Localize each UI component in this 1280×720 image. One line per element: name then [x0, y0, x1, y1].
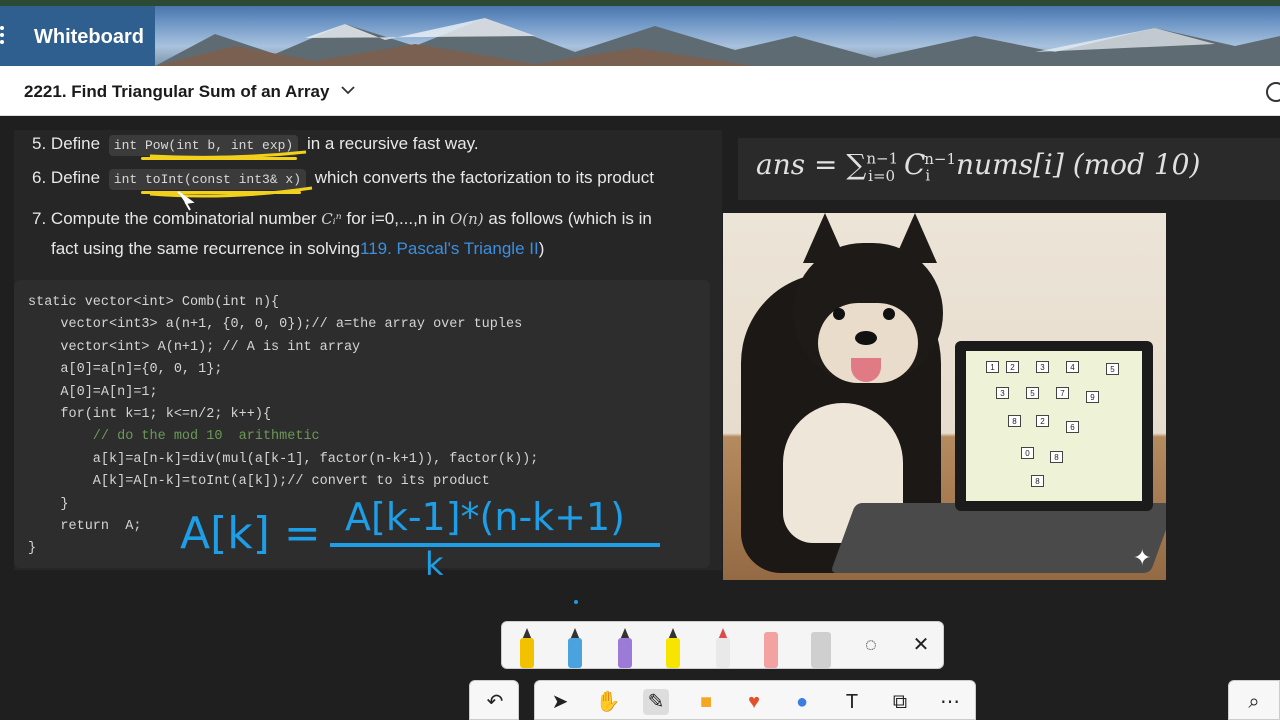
code-text: static vector<int> Comb(int n){ vector<i… [28, 292, 538, 561]
chevron-down-icon[interactable] [340, 84, 356, 96]
dog-eye [833, 308, 845, 320]
math-combination: Cᵢⁿ [321, 210, 342, 228]
step-number: 5. [32, 134, 47, 153]
code-line: a[0]=a[n]={0, 0, 1}; [28, 362, 223, 378]
code-line: A[0]=A[n]=1; [28, 384, 158, 400]
step-number: 7. [32, 209, 47, 228]
app-banner: Whiteboard [0, 0, 1280, 66]
select-pointer-icon[interactable]: ➤ [547, 689, 573, 715]
lasso-icon[interactable]: ◌ [858, 632, 884, 658]
code-line: for(int k=1; k<=n/2; k++){ [28, 407, 272, 423]
step-text: ) [538, 239, 545, 258]
step-text: Define [50, 168, 101, 187]
undo-icon[interactable]: ↶ [482, 689, 508, 715]
shapes-icon[interactable]: ⧉ [887, 689, 913, 715]
sticky-note-icon[interactable]: ■ [693, 689, 719, 715]
code-line: return A; [28, 519, 142, 535]
page-title: 2221. Find Triangular Sum of an Array [24, 82, 330, 101]
reaction-heart-icon[interactable]: ♥ [741, 689, 767, 715]
marker-tool[interactable] [710, 628, 736, 668]
formula-text: ans = ∑n−1i=0 Cin−1nums[i] (mod 10) [756, 148, 1201, 185]
undo-toolbar: ↶ [469, 680, 519, 720]
step-text: Define [50, 134, 101, 153]
pen-icon[interactable]: ✎ [643, 689, 669, 715]
laptop-screen: 1 2 3 4 5 3 5 7 9 8 2 6 0 8 8 [966, 351, 1142, 501]
code-snippet: int toInt(const int3& x) [108, 169, 307, 194]
laptop-keyboard [830, 503, 1166, 573]
pascal-triangle-link[interactable]: 119. Pascal's Triangle II [360, 239, 539, 258]
step-7-continued: fact using the same recurrence in solvin… [51, 239, 544, 259]
page-header: 2221. Find Triangular Sum of an Array [0, 66, 1280, 116]
more-options-icon[interactable]: ⋯ [937, 689, 963, 715]
formula-box: ans = ∑n−1i=0 Cin−1nums[i] (mod 10) [738, 138, 1280, 200]
step-text: Compute the combinatorial number [50, 209, 317, 228]
menu-dots-icon[interactable] [0, 26, 8, 46]
math-complexity: O(n) [449, 210, 484, 228]
comment-icon[interactable]: ● [789, 689, 815, 715]
code-snippet: int Pow(int b, int exp) [108, 135, 299, 160]
step-6: 6. Define int toInt(const int3& x) which… [32, 168, 654, 194]
ink-dot [574, 600, 578, 604]
app-title: Whiteboard [34, 26, 144, 48]
step-text: in a recursive fast way. [306, 134, 479, 153]
text-tool-icon[interactable]: T [839, 689, 865, 715]
eraser-tool[interactable] [758, 628, 784, 668]
code-line: vector<int> A(n+1); // A is int array [28, 339, 361, 355]
step-text: for i=0,...,n in [346, 209, 446, 228]
code-line: A[k]=A[n-k]=toInt(a[k]);// convert to it… [28, 474, 490, 490]
step-number: 6. [32, 168, 47, 187]
step-text: which converts the factorization to its … [314, 168, 654, 187]
code-line: vector<int3> a(n+1, {0, 0, 0});// a=the … [28, 317, 523, 333]
dog-eye [883, 308, 895, 320]
zoom-icon[interactable]: ⌕ [1241, 689, 1267, 715]
code-line: static vector<int> Comb(int n){ [28, 295, 280, 310]
step-text: as follows (which is in [488, 209, 652, 228]
pen-tool[interactable] [562, 628, 588, 668]
pen-toolbar: ◌ ✕ [501, 621, 944, 669]
sparkle-icon: ✦ [1133, 545, 1152, 570]
dog-nose [855, 331, 877, 345]
code-line: } [28, 496, 69, 512]
step-7: 7. Compute the combinatorial number Cᵢⁿ … [32, 209, 652, 229]
mountain-background [155, 18, 1280, 66]
pencil-tool[interactable] [514, 628, 540, 668]
code-block: static vector<int> Comb(int n){ vector<i… [14, 280, 710, 568]
ruler-tool[interactable] [808, 628, 834, 668]
step-5: 5. Define int Pow(int b, int exp) in a r… [32, 134, 479, 160]
shiba-laptop-image: 1 2 3 4 5 3 5 7 9 8 2 6 0 8 8 ✦ [723, 213, 1166, 580]
pan-hand-icon[interactable]: ✋ [595, 689, 621, 715]
code-line: a[k]=a[n-k]=div(mul(a[k-1], factor(n-k+1… [28, 451, 539, 467]
main-toolbar: ➤ ✋ ✎ ■ ♥ ● T ⧉ ⋯ [534, 680, 976, 720]
close-icon[interactable]: ✕ [908, 632, 934, 658]
code-line: } [28, 541, 37, 557]
galaxy-pen-tool[interactable] [612, 628, 638, 668]
step-text: fact using the same recurrence in solvin… [51, 239, 360, 258]
code-line: // do the mod 10 arithmetic [28, 429, 320, 445]
zoom-toolbar: ⌕ [1228, 680, 1280, 720]
history-icon[interactable] [1266, 82, 1280, 102]
highlighter-tool[interactable] [660, 628, 686, 668]
